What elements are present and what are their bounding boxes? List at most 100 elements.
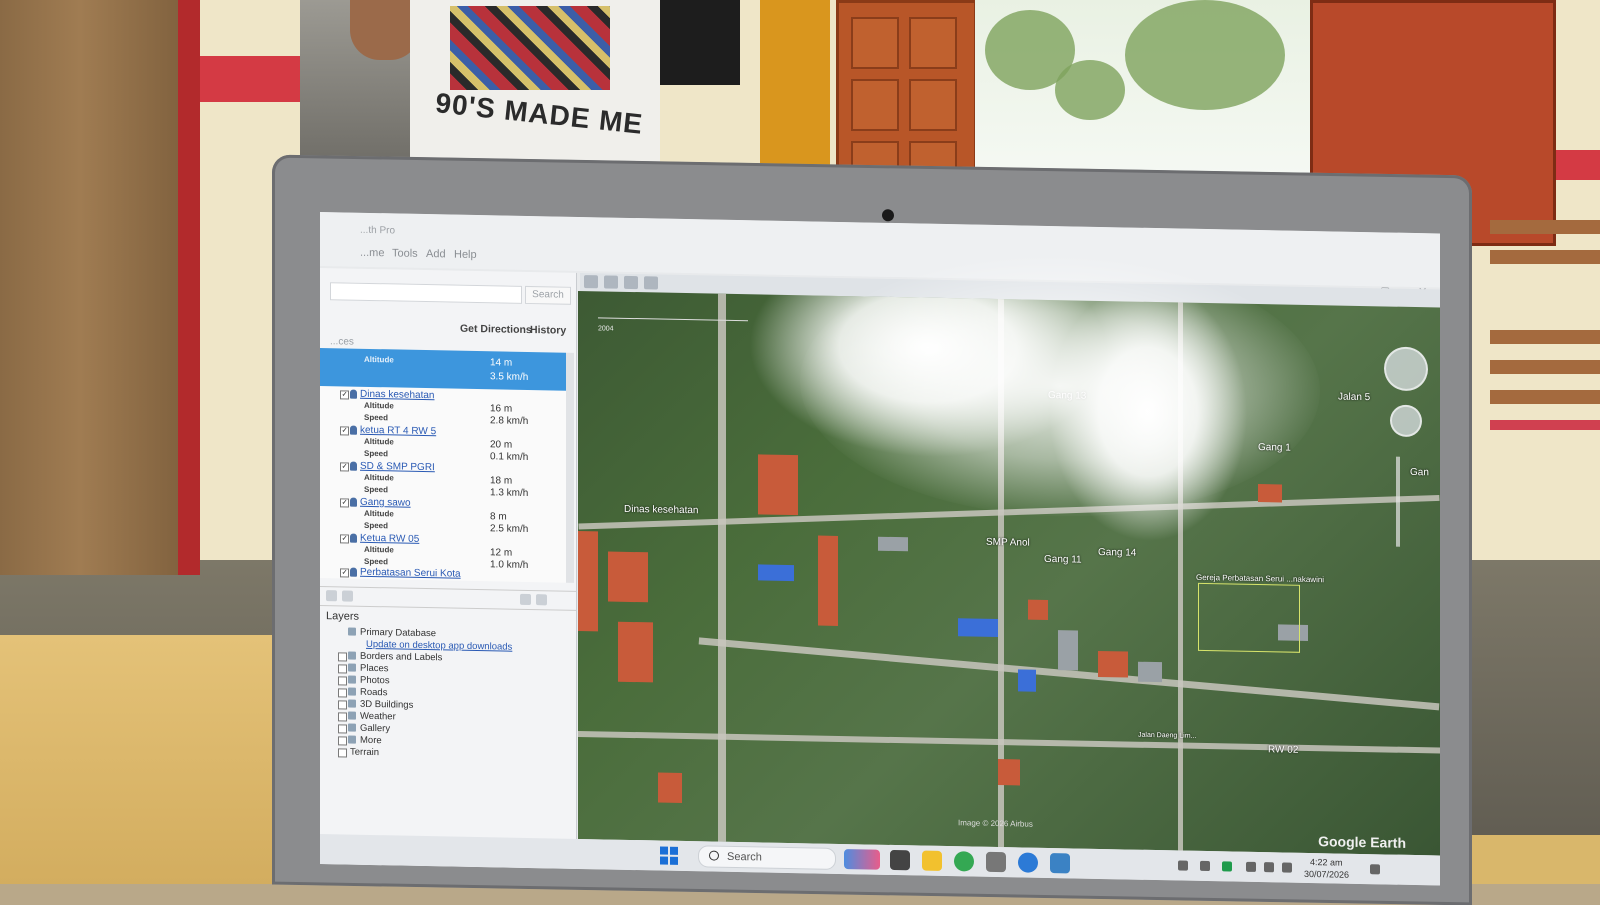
layer-checkbox[interactable] (338, 664, 347, 674)
compass-icon[interactable] (1384, 346, 1428, 392)
layers-header[interactable]: Layers (326, 610, 359, 623)
task-view-icon[interactable] (890, 849, 910, 871)
file-explorer-icon[interactable] (922, 850, 942, 871)
places-scrollbar[interactable] (566, 352, 574, 583)
place-checkbox[interactable]: ✓ (340, 534, 349, 544)
place-name[interactable]: SD & SMP PGRI (360, 461, 435, 473)
map-label: Gang 1 (1258, 442, 1291, 454)
layer-label: Roads (360, 686, 388, 699)
place-altitude-label: Altitude (364, 436, 394, 447)
wifi-icon[interactable] (1246, 861, 1256, 872)
widgets-icon[interactable] (844, 849, 880, 870)
list-item[interactable]: ✓ SD & SMP PGRI Altitude 18 m Speed 1.3 … (320, 458, 566, 499)
map-building (1028, 599, 1048, 620)
wooden-board-edge (178, 0, 200, 575)
polygon-icon[interactable] (624, 275, 638, 290)
place-checkbox[interactable]: ✓ (340, 390, 349, 400)
layer-checkbox[interactable] (338, 748, 347, 758)
menu-item-tools[interactable]: Tools (392, 247, 418, 259)
map-road (578, 494, 1440, 530)
taskbar-search[interactable]: Search (698, 845, 836, 870)
layer-checkbox[interactable] (338, 712, 347, 722)
place-checkbox[interactable]: ✓ (340, 498, 349, 508)
path-icon[interactable] (644, 276, 658, 290)
usb-icon[interactable] (1200, 860, 1210, 872)
map-label[interactable]: Dinas kesehatan (624, 504, 699, 516)
list-item[interactable]: ✓ Gang sawo Altitude 8 m Speed 2.5 km/h (320, 494, 566, 535)
place-checkbox[interactable]: ✓ (340, 462, 349, 472)
tab-get-directions[interactable]: Get Directions (460, 323, 532, 336)
sidebar: Search Get Directions History ...ces Alt… (320, 268, 577, 869)
google-earth-icon[interactable] (1018, 852, 1038, 873)
map-label: Jalan 5 (1338, 391, 1371, 404)
layer-checkbox[interactable] (338, 700, 347, 710)
pan-icon[interactable] (1390, 404, 1422, 438)
sidebar-toggle-icon[interactable] (584, 275, 598, 289)
tab-history[interactable]: History (530, 324, 566, 337)
search-button[interactable]: Search (525, 285, 571, 305)
place-name[interactable]: Perbatasan Serui Kota (360, 567, 461, 580)
photos-icon (348, 675, 356, 684)
map-viewport[interactable]: 2004 Dinas kesehatan SMP Anol Gang 13 Ga… (578, 290, 1440, 856)
menu-item-view[interactable]: ...me (360, 247, 384, 259)
menu-item-help[interactable]: Help (454, 249, 477, 261)
layer-checkbox[interactable] (338, 724, 347, 734)
search-input[interactable] (330, 282, 522, 304)
placemark-icon[interactable] (604, 275, 618, 289)
chrome-icon[interactable] (954, 851, 974, 872)
search-icon (709, 850, 719, 861)
app-icon[interactable] (1050, 853, 1070, 874)
battery-icon[interactable] (1282, 862, 1292, 873)
layer-checkbox[interactable] (338, 736, 347, 746)
layer-checkbox[interactable] (338, 652, 347, 662)
screen-glare (1048, 290, 1248, 544)
move-up-icon[interactable] (520, 593, 531, 606)
app-icon[interactable] (986, 851, 1006, 873)
volume-icon[interactable] (1264, 862, 1274, 873)
map-attribution: Image © 2026 Airbus (958, 818, 1033, 829)
map-building (758, 564, 794, 582)
clock-date[interactable]: 30/07/2026 (1304, 869, 1349, 880)
shirt-text: 90'S MADE ME (434, 87, 645, 140)
map-label[interactable]: RW 02 (1268, 744, 1298, 756)
app-tray-icon[interactable] (1222, 861, 1232, 872)
map-building (618, 621, 653, 683)
chevron-up-icon[interactable] (1178, 860, 1188, 871)
place-name[interactable]: Gang sawo (360, 497, 411, 509)
selected-row[interactable]: Altitude 14 m 3.5 km/h (320, 348, 566, 391)
place-altitude-value: 12 m (490, 547, 513, 559)
place-altitude-value: 16 m (490, 403, 513, 415)
places-list: Altitude 14 m 3.5 km/h ✓ Dinas kesehatan… (320, 348, 566, 583)
place-name[interactable]: Dinas kesehatan (360, 389, 435, 401)
place-checkbox[interactable]: ✓ (340, 426, 349, 436)
layer-label: Borders and Labels (360, 650, 443, 664)
gallery-icon (348, 723, 356, 732)
move-down-icon[interactable] (536, 594, 547, 606)
layer-checkbox[interactable] (338, 688, 347, 698)
place-checkbox[interactable]: ✓ (340, 568, 349, 578)
map-label: Gang 14 (1098, 546, 1137, 559)
map-building (1258, 484, 1282, 503)
place-name[interactable]: ketua RT 4 RW 5 (360, 425, 436, 437)
zoom-slider[interactable] (1396, 456, 1400, 547)
map-label[interactable]: SMP Anol (986, 537, 1030, 549)
layer-checkbox[interactable] (338, 676, 347, 686)
time-slider[interactable] (598, 317, 748, 330)
weather-icon (348, 711, 356, 720)
windows-start-icon[interactable] (660, 846, 678, 865)
clock-time[interactable]: 4:22 am (1310, 857, 1343, 868)
place-speed-label: Speed (364, 448, 389, 459)
menu-item-add[interactable]: Add (426, 248, 446, 260)
layer-label: 3D Buildings (360, 698, 414, 711)
list-item[interactable]: ✓ Dinas kesehatan Altitude 16 m Speed 2.… (320, 386, 566, 427)
wooden-board (0, 0, 200, 575)
roads-icon (348, 687, 356, 696)
layer-label: Weather (360, 710, 396, 723)
notifications-icon[interactable] (1370, 864, 1380, 875)
layer-label: Places (360, 662, 389, 675)
search-icon[interactable] (326, 590, 337, 602)
panel-icon[interactable] (342, 590, 353, 602)
place-name[interactable]: Ketua RW 05 (360, 533, 419, 545)
list-item[interactable]: ✓ ketua RT 4 RW 5 Altitude 20 m Speed 0.… (320, 422, 566, 463)
more-icon (348, 735, 356, 744)
